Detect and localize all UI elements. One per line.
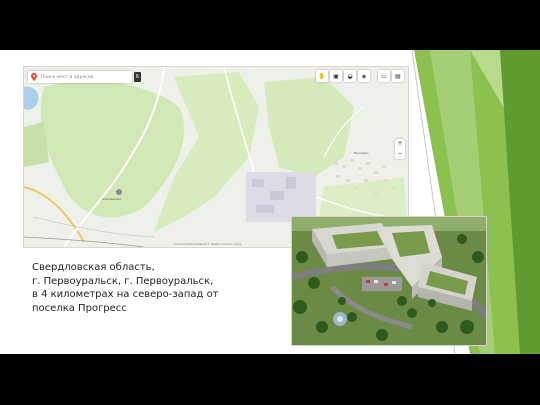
search-button-label: 6	[135, 74, 140, 80]
caption-line-4: поселка Прогресс	[32, 302, 127, 314]
caption-line-2: г. Первоуральск, г. Первоуральск,	[32, 275, 214, 287]
zoom-out-button[interactable]: −	[397, 149, 402, 159]
caption-line-1: Свердловская область,	[32, 262, 155, 273]
search-button[interactable]: 6	[134, 72, 141, 82]
map-search-input[interactable]: Поиск мест и адресов	[41, 75, 93, 80]
building-render-drawing	[292, 217, 486, 345]
layers-icon[interactable]: ◈	[358, 70, 370, 82]
zoom-control: + −	[395, 139, 405, 159]
car-icon[interactable]: ◒	[344, 70, 356, 82]
zoom-in-button[interactable]: +	[397, 139, 402, 149]
truck-icon[interactable]: ▭	[378, 70, 390, 82]
map-label-village: Прогресс	[354, 151, 369, 155]
map-footer: Условия использования © Яндекс Создать к…	[174, 243, 242, 246]
map-search-bar[interactable]: Поиск мест и адресов	[28, 71, 132, 83]
map-pin-icon	[31, 73, 37, 81]
map-label-settlement: Ключевская	[102, 197, 122, 201]
address-caption: Свердловская область, г. Первоуральск, г…	[32, 261, 272, 315]
slide: Поиск мест и адресов 6 ✋ ▣ ◒ ◈ ▭ ▤ + − К…	[0, 50, 540, 354]
building-render-image	[291, 216, 487, 346]
caption-line-3: в 4 километрах на северо-запад от	[32, 289, 219, 300]
hand-icon[interactable]: ✋	[316, 70, 328, 82]
bus-icon[interactable]: ▣	[330, 70, 342, 82]
calendar-icon[interactable]: ▤	[392, 70, 404, 82]
map-toolbar: ✋ ▣ ◒ ◈ ▭ ▤	[316, 70, 404, 82]
